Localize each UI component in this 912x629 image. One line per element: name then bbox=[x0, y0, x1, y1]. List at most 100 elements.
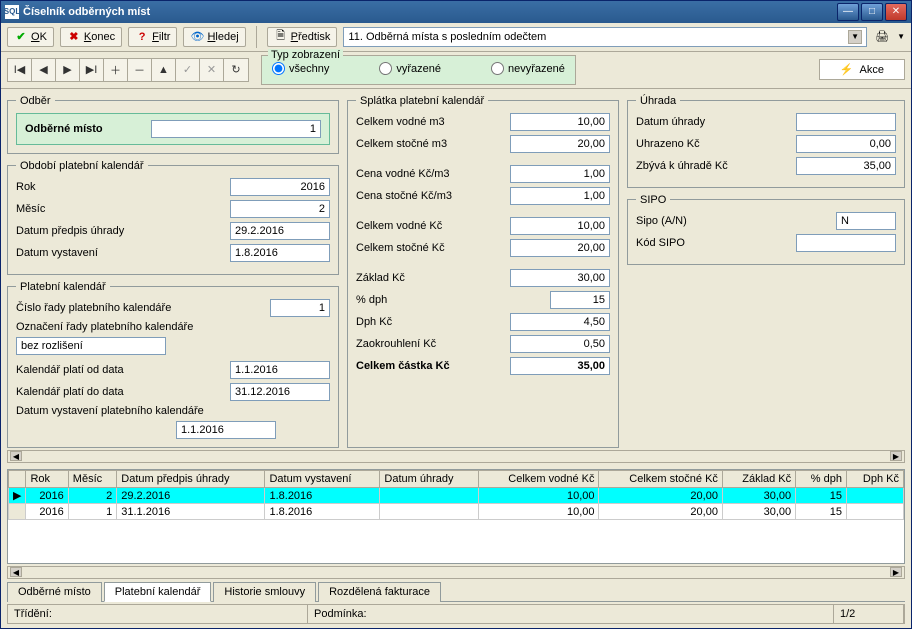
cena-stocne-field[interactable]: 1,00 bbox=[510, 187, 610, 205]
sipo-an-field[interactable]: N bbox=[836, 212, 896, 230]
oznaceni-field[interactable]: bez rozlišení bbox=[16, 337, 166, 355]
cell[interactable]: 29.2.2016 bbox=[117, 488, 265, 504]
uhrazeno-field[interactable]: 0,00 bbox=[796, 135, 896, 153]
last-record-button[interactable]: ▶I bbox=[80, 59, 104, 81]
grid-scrollbar[interactable]: ◀ ▶ bbox=[7, 566, 905, 580]
cell[interactable]: 20,00 bbox=[599, 488, 722, 504]
akce-button[interactable]: ⚡ Akce bbox=[819, 59, 905, 80]
tab-odberne-misto[interactable]: Odběrné místo bbox=[7, 582, 102, 602]
zbyva-field[interactable]: 35,00 bbox=[796, 157, 896, 175]
col-predpis[interactable]: Datum předpis úhrady bbox=[117, 471, 265, 488]
delete-record-button[interactable]: － bbox=[128, 59, 152, 81]
col-stocne[interactable]: Celkem stočné Kč bbox=[599, 471, 722, 488]
col-mesic[interactable]: Měsíc bbox=[68, 471, 116, 488]
dph-pct-field[interactable]: 15 bbox=[550, 291, 610, 309]
refresh-record-button[interactable]: ↻ bbox=[224, 59, 248, 81]
radio-not-discarded-input[interactable] bbox=[491, 62, 504, 75]
col-vodne[interactable]: Celkem vodné Kč bbox=[479, 471, 599, 488]
cell[interactable]: 1.8.2016 bbox=[265, 488, 380, 504]
cell[interactable]: 31.1.2016 bbox=[117, 504, 265, 520]
datum-uhrady-field[interactable] bbox=[796, 113, 896, 131]
minimize-button[interactable]: — bbox=[837, 3, 859, 21]
tab-platebni-kalendar[interactable]: Platební kalendář bbox=[104, 582, 212, 602]
radio-discarded-input[interactable] bbox=[379, 62, 392, 75]
close-button[interactable]: ✕ bbox=[885, 3, 907, 21]
cell[interactable]: 10,00 bbox=[479, 488, 599, 504]
post-record-button[interactable]: ✓ bbox=[176, 59, 200, 81]
zaokrouhleni-field[interactable]: 0,50 bbox=[510, 335, 610, 353]
stocne-m3-field[interactable]: 20,00 bbox=[510, 135, 610, 153]
datum-vystaveni-field[interactable]: 1.8.2016 bbox=[230, 244, 330, 262]
data-grid[interactable]: Rok Měsíc Datum předpis úhrady Datum vys… bbox=[7, 469, 905, 563]
scroll-left-icon[interactable]: ◀ bbox=[10, 451, 22, 461]
edit-record-button[interactable]: ▲ bbox=[152, 59, 176, 81]
plati-do-field[interactable]: 31.12.2016 bbox=[230, 383, 330, 401]
print-button[interactable]: 🖨 bbox=[873, 29, 891, 45]
maximize-button[interactable]: □ bbox=[861, 3, 883, 21]
cell[interactable]: 2016 bbox=[26, 504, 68, 520]
col-vystaveni[interactable]: Datum vystavení bbox=[265, 471, 380, 488]
add-record-button[interactable]: ＋ bbox=[104, 59, 128, 81]
cislo-rady-field[interactable]: 1 bbox=[270, 299, 330, 317]
print-menu-arrow-icon[interactable]: ▼ bbox=[897, 32, 905, 41]
hledej-button[interactable]: 👁 Hledej bbox=[183, 27, 245, 47]
col-rok[interactable]: Rok bbox=[26, 471, 68, 488]
cell[interactable] bbox=[846, 504, 903, 520]
template-combo[interactable]: 11. Odběrná místa s posledním odečtem ▼ bbox=[343, 27, 867, 47]
scroll-right-icon[interactable]: ▶ bbox=[890, 451, 902, 461]
scroll-right-icon[interactable]: ▶ bbox=[890, 567, 902, 577]
odberne-misto-field[interactable]: 1 bbox=[151, 120, 321, 138]
datum-predpis-field[interactable]: 29.2.2016 bbox=[230, 222, 330, 240]
mesic-field[interactable]: 2 bbox=[230, 200, 330, 218]
table-row[interactable]: ▶ 2016 2 29.2.2016 1.8.2016 10,00 20,00 … bbox=[9, 488, 904, 504]
zaklad-field[interactable]: 30,00 bbox=[510, 269, 610, 287]
cell[interactable]: 1 bbox=[68, 504, 116, 520]
tab-historie-smlouvy[interactable]: Historie smlouvy bbox=[213, 582, 316, 602]
radio-all[interactable]: všechny bbox=[272, 62, 329, 75]
filtr-button[interactable]: ? Filtr bbox=[128, 27, 177, 47]
prev-record-button[interactable]: ◀ bbox=[32, 59, 56, 81]
first-record-button[interactable]: I◀ bbox=[8, 59, 32, 81]
zaokrouhleni-label: Zaokrouhlení Kč bbox=[356, 338, 436, 350]
titlebar: SQL Číselník odběrných míst — □ ✕ bbox=[1, 1, 911, 23]
cell[interactable] bbox=[380, 488, 479, 504]
cell[interactable]: 30,00 bbox=[722, 504, 795, 520]
scroll-left-icon[interactable]: ◀ bbox=[10, 567, 22, 577]
ok-button[interactable]: ✔ OOKK bbox=[7, 27, 54, 47]
col-zaklad[interactable]: Základ Kč bbox=[722, 471, 795, 488]
tab-rozdelena-fakturace[interactable]: Rozdělená fakturace bbox=[318, 582, 441, 602]
cell[interactable]: 30,00 bbox=[722, 488, 795, 504]
col-dph-kc[interactable]: Dph Kč bbox=[846, 471, 903, 488]
col-uhrada[interactable]: Datum úhrady bbox=[380, 471, 479, 488]
hledej-label: Hledej bbox=[207, 31, 238, 43]
cell[interactable] bbox=[846, 488, 903, 504]
celkem-vodne-field[interactable]: 10,00 bbox=[510, 217, 610, 235]
cell[interactable]: 2016 bbox=[26, 488, 68, 504]
cell[interactable] bbox=[380, 504, 479, 520]
next-record-button[interactable]: ▶ bbox=[56, 59, 80, 81]
vodne-m3-field[interactable]: 10,00 bbox=[510, 113, 610, 131]
konec-button[interactable]: ✖ Konec bbox=[60, 27, 122, 47]
cell[interactable]: 15 bbox=[796, 504, 847, 520]
cell[interactable]: 20,00 bbox=[599, 504, 722, 520]
radio-discarded[interactable]: vyřazené bbox=[379, 62, 441, 75]
cell[interactable]: 10,00 bbox=[479, 504, 599, 520]
celkem-vodne-label: Celkem vodné Kč bbox=[356, 220, 442, 232]
plati-od-field[interactable]: 1.1.2016 bbox=[230, 361, 330, 379]
radio-all-input[interactable] bbox=[272, 62, 285, 75]
rok-field[interactable]: 2016 bbox=[230, 178, 330, 196]
kod-sipo-field[interactable] bbox=[796, 234, 896, 252]
radio-not-discarded[interactable]: nevyřazené bbox=[491, 62, 565, 75]
form-scrollbar[interactable]: ◀ ▶ bbox=[7, 450, 905, 464]
cell[interactable]: 2 bbox=[68, 488, 116, 504]
col-dph-pct[interactable]: % dph bbox=[796, 471, 847, 488]
dph-kc-field[interactable]: 4,50 bbox=[510, 313, 610, 331]
table-row[interactable]: 2016 1 31.1.2016 1.8.2016 10,00 20,00 30… bbox=[9, 504, 904, 520]
datum-vyst-pk-field[interactable]: 1.1.2016 bbox=[176, 421, 276, 439]
predtisk-button[interactable]: 🗎 Předtisk bbox=[267, 27, 338, 47]
celkem-stocne-field[interactable]: 20,00 bbox=[510, 239, 610, 257]
cell[interactable]: 15 bbox=[796, 488, 847, 504]
cell[interactable]: 1.8.2016 bbox=[265, 504, 380, 520]
cancel-record-button[interactable]: ✕ bbox=[200, 59, 224, 81]
cena-vodne-field[interactable]: 1,00 bbox=[510, 165, 610, 183]
